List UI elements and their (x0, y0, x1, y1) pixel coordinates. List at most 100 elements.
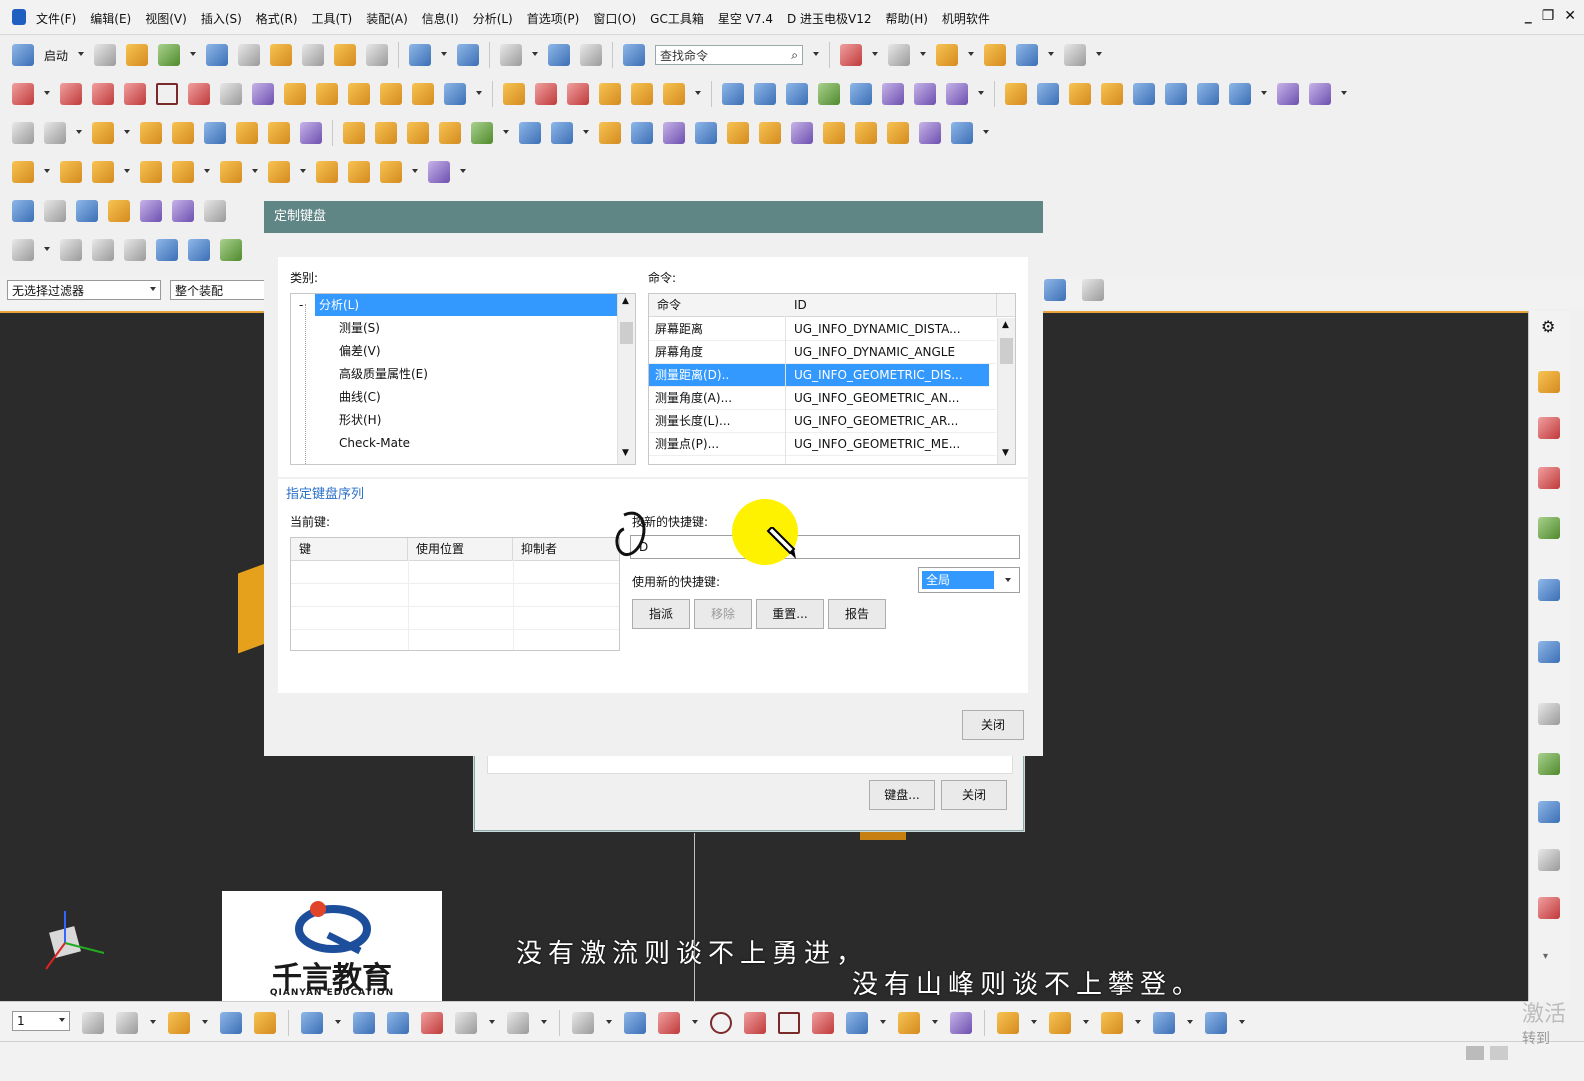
chevron-down-icon[interactable] (541, 1020, 547, 1026)
close-window-button[interactable]: ✕ (1564, 8, 1576, 24)
assembly-constraint-icon[interactable] (44, 200, 66, 222)
window-icon[interactable] (500, 44, 523, 66)
wrap-icon[interactable] (887, 122, 909, 144)
chevron-down-icon[interactable] (1135, 1020, 1141, 1026)
command-table[interactable]: 命令 ID 屏幕距离 UG_INFO_DYNAMIC_DISTA... 屏幕角度… (648, 293, 1016, 465)
datum-point-icon[interactable] (387, 1012, 409, 1034)
menu-tools[interactable]: 工具(T) (312, 10, 353, 27)
history-icon[interactable] (1538, 641, 1560, 663)
draft-icon[interactable] (631, 122, 653, 144)
tree-item-curve[interactable]: 曲线(C) (339, 386, 381, 408)
sphere-feature-icon[interactable] (268, 122, 290, 144)
extension-icon[interactable] (1069, 83, 1091, 105)
recent-files-icon[interactable] (158, 44, 181, 66)
move-to-layer-icon[interactable] (116, 1012, 138, 1034)
chevron-down-icon[interactable] (76, 130, 82, 136)
cut-icon[interactable] (270, 44, 293, 66)
dimension-icon[interactable] (507, 1012, 529, 1034)
split-body-icon[interactable] (727, 122, 749, 144)
thicken-icon[interactable] (1277, 83, 1299, 105)
copy-face-icon[interactable] (268, 161, 290, 183)
start-icon[interactable] (12, 44, 34, 66)
table-row[interactable]: 屏幕角度 UG_INFO_DYNAMIC_ANGLE (649, 341, 996, 364)
cross-tool-icon[interactable] (812, 1012, 834, 1034)
menu-format[interactable]: 格式(R) (256, 10, 298, 27)
report-button[interactable]: 报告 (828, 599, 886, 629)
chevron-down-icon[interactable] (44, 91, 50, 97)
pattern-icon[interactable] (375, 122, 397, 144)
move-face-icon[interactable] (12, 161, 34, 183)
grid-icon[interactable] (1082, 279, 1104, 301)
restore-button[interactable]: ❐ (1542, 8, 1555, 24)
chevron-down-icon[interactable] (78, 52, 85, 58)
tree-item-check-mate[interactable]: Check-Mate (339, 432, 410, 454)
mirror-body-icon[interactable] (919, 122, 941, 144)
minimize-button[interactable]: _ (1525, 8, 1532, 24)
synchronous-icon[interactable] (951, 122, 973, 144)
scroll-thumb[interactable] (1000, 338, 1013, 364)
mesh-surface-icon[interactable] (754, 83, 776, 105)
fillet-tool-icon[interactable] (744, 1012, 766, 1034)
chevron-down-icon[interactable] (1341, 91, 1347, 97)
n-sided-surface-icon[interactable] (882, 83, 904, 105)
search-icon[interactable]: ⌕ (791, 48, 798, 63)
chevron-down-icon[interactable] (532, 52, 539, 58)
chevron-down-icon[interactable] (503, 130, 509, 136)
checker-icon[interactable] (624, 1012, 646, 1034)
csys-icon[interactable] (60, 239, 82, 261)
redo-icon[interactable] (457, 44, 480, 66)
group-face-icon[interactable] (428, 161, 450, 183)
chevron-down-icon[interactable] (124, 169, 130, 175)
intersect-curve-icon[interactable] (412, 83, 434, 105)
scroll-up-icon[interactable]: ▲ (622, 296, 629, 306)
menu-assembly[interactable]: 装配(A) (366, 10, 408, 27)
gear-icon[interactable]: ⚙ (1541, 317, 1555, 336)
chevron-down-icon[interactable] (476, 91, 482, 97)
fit-view-icon[interactable] (840, 44, 863, 66)
edge-blend-icon[interactable] (551, 122, 573, 144)
sphere-icon[interactable] (936, 44, 959, 66)
remove-button[interactable]: 移除 (694, 599, 752, 629)
tree-item-mass-props[interactable]: 高级质量属性(E) (339, 363, 428, 385)
menu-jiming[interactable]: 机明软件 (942, 10, 990, 27)
paste-icon[interactable] (334, 44, 357, 66)
make-coplanar-icon[interactable] (316, 161, 338, 183)
hatch-icon[interactable] (455, 1012, 477, 1034)
fillet-curve-icon[interactable] (599, 83, 621, 105)
scroll-thumb[interactable] (620, 322, 633, 344)
chevron-down-icon[interactable] (204, 169, 210, 175)
selection-filter-select[interactable]: 无选择过滤器 (7, 280, 161, 300)
chamfer-icon[interactable] (599, 122, 621, 144)
chevron-down-icon[interactable] (1096, 52, 1103, 58)
arrow-back-icon[interactable] (220, 239, 242, 261)
col-header-suppressor[interactable]: 抑制者 (513, 538, 619, 561)
menu-preferences[interactable]: 首选项(P) (527, 10, 580, 27)
chevron-down-icon[interactable] (489, 1020, 495, 1026)
rectangle-tool-icon[interactable] (778, 1012, 800, 1034)
block-tool-icon[interactable] (1101, 1012, 1123, 1034)
chevron-down-icon[interactable] (150, 287, 156, 293)
scroll-down-icon[interactable]: ▼ (622, 448, 629, 458)
menu-electrode[interactable]: D 进玉电极V12 (787, 10, 872, 27)
system-materials-icon[interactable] (1538, 849, 1560, 871)
bridge-curve-icon[interactable] (348, 83, 370, 105)
table-row[interactable]: 屏幕距离 UG_INFO_DYNAMIC_DISTA... (649, 318, 996, 341)
offset-curve-icon[interactable] (316, 83, 338, 105)
menu-edit[interactable]: 编辑(E) (90, 10, 131, 27)
menu-gc-toolbox[interactable]: GC工具箱 (650, 10, 704, 27)
chevron-down-icon[interactable] (606, 1020, 612, 1026)
print-icon[interactable] (238, 44, 261, 66)
extrude-icon[interactable] (92, 122, 114, 144)
scroll-up-icon[interactable]: ▲ (1002, 320, 1009, 330)
linear-dimension-icon[interactable] (348, 161, 370, 183)
tree-item-deviation[interactable]: 偏差(V) (339, 340, 381, 362)
chevron-down-icon[interactable] (1083, 1020, 1089, 1026)
chevron-down-icon[interactable] (441, 52, 448, 58)
chevron-down-icon[interactable] (695, 91, 701, 97)
datum-axis-icon[interactable] (421, 1012, 443, 1034)
start-label[interactable]: 启动 (44, 47, 68, 64)
chevron-down-icon[interactable] (1187, 1020, 1193, 1026)
edit-object-icon[interactable] (254, 1012, 276, 1034)
patch-icon[interactable] (1309, 83, 1331, 105)
delete-face-icon[interactable] (220, 161, 242, 183)
